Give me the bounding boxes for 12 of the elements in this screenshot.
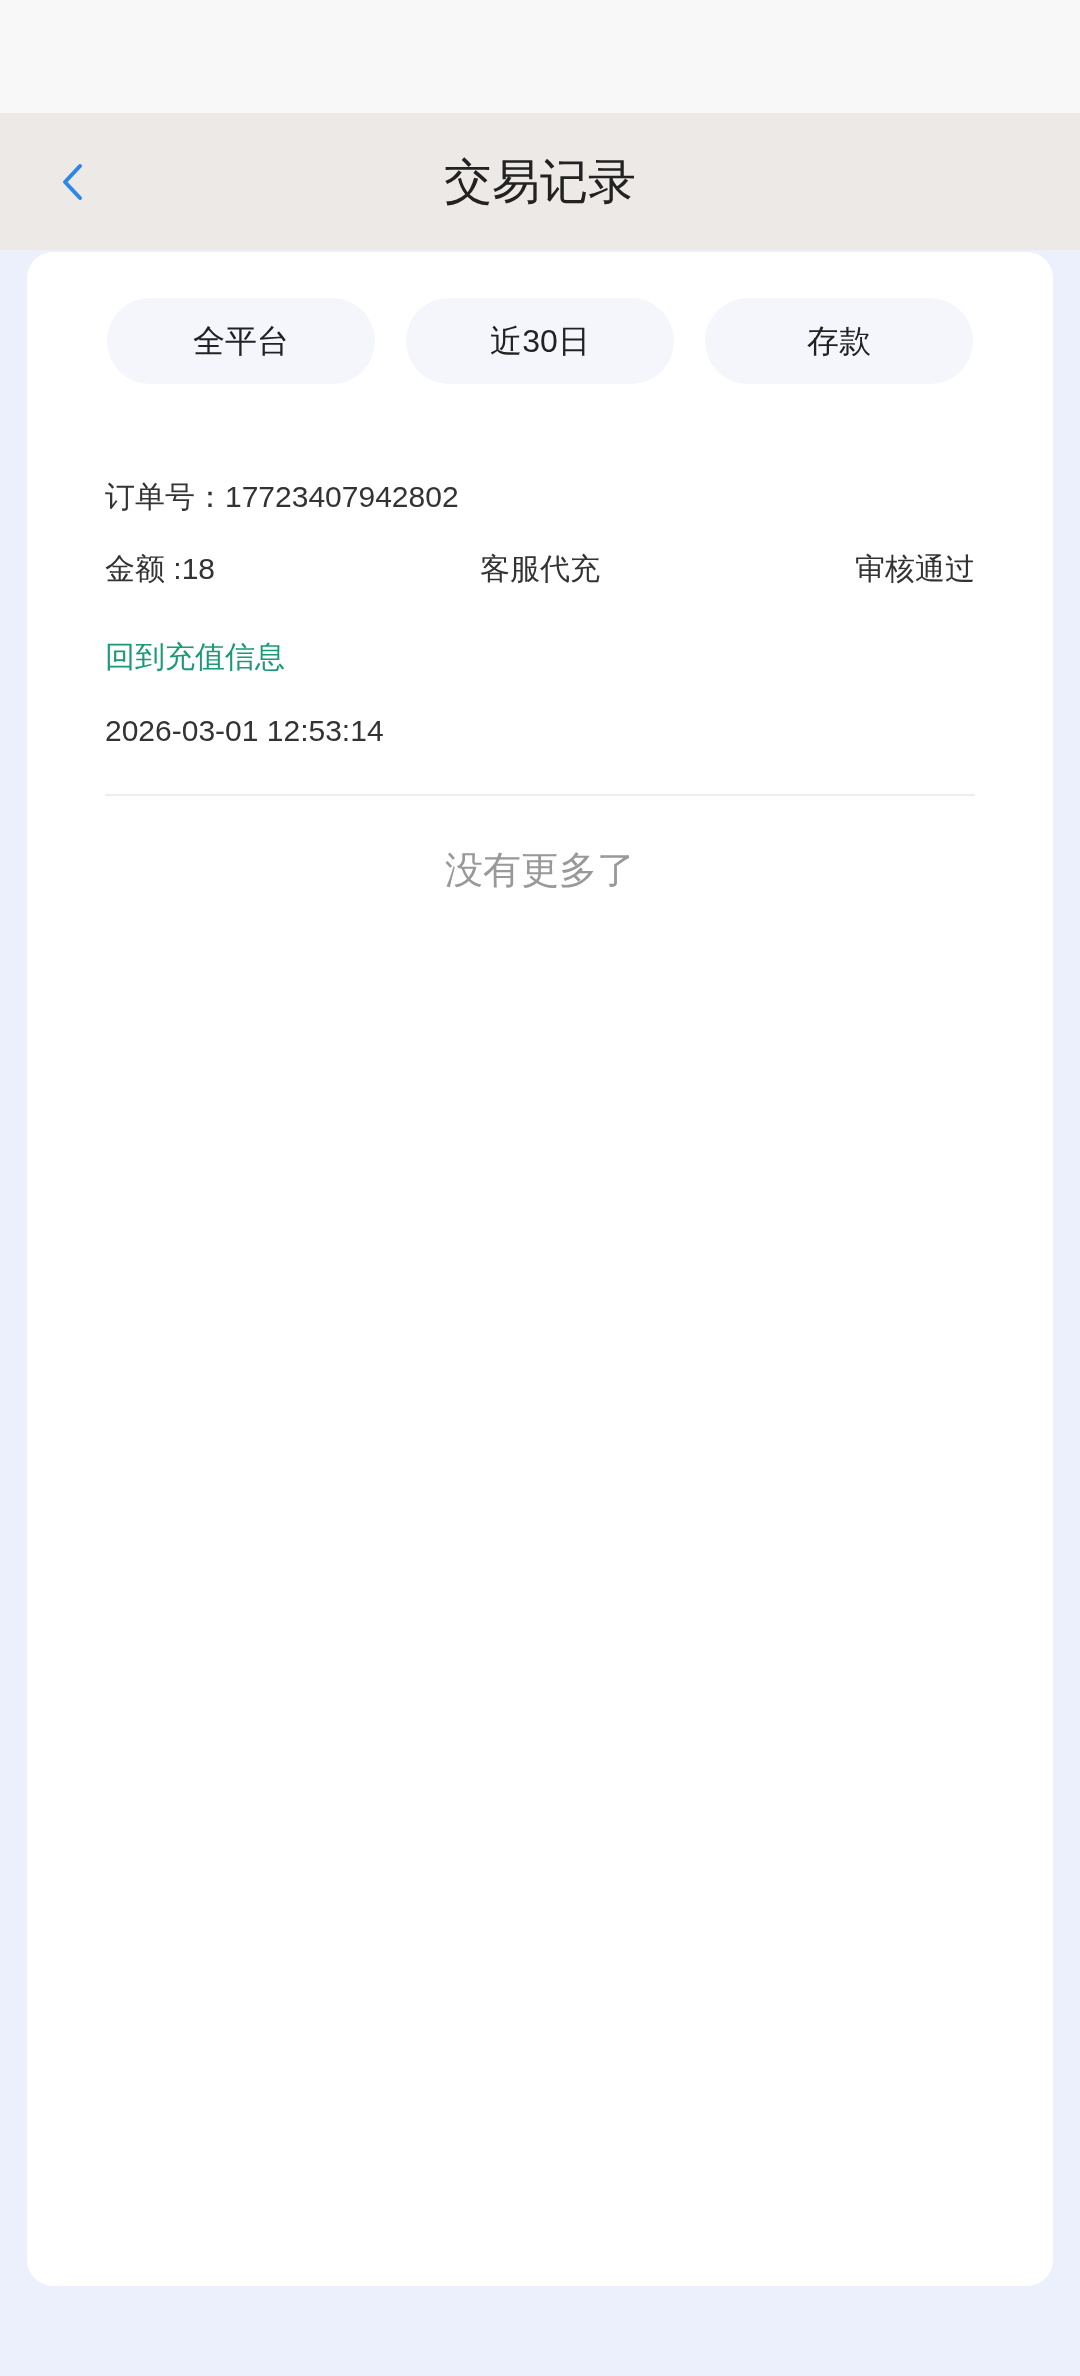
filter-button[interactable]: 近30日 [406, 298, 674, 384]
method-text: 客服代充 [480, 551, 600, 587]
record-time: 2026-03-01 12:53:14 [105, 713, 385, 749]
recharge-info-link[interactable]: 回到充值信息 [105, 637, 285, 677]
back-icon [61, 163, 83, 201]
page-title: 交易记录 [444, 153, 636, 210]
amount-text: 金额 :18 [105, 551, 217, 587]
status-text: 审核通过 [854, 551, 975, 587]
order-number: 订单号：17723407942802 [105, 479, 460, 515]
end-of-list-text: 没有更多了 [444, 848, 636, 893]
filter-button[interactable]: 全平台 [107, 298, 375, 384]
filter-button[interactable]: 存款 [705, 298, 973, 384]
